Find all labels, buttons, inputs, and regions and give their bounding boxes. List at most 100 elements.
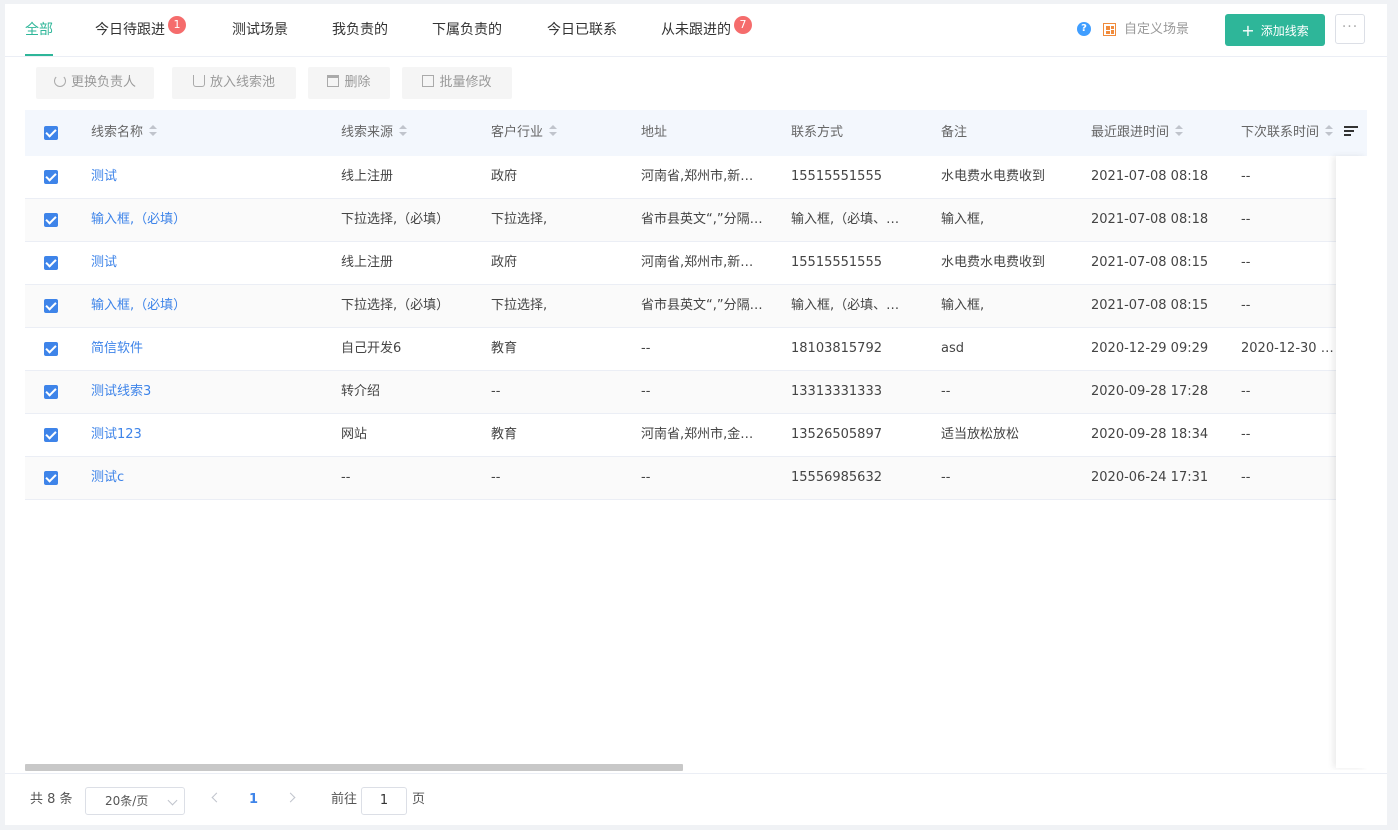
batch-edit-button[interactable]: 批量修改 bbox=[402, 67, 512, 99]
leads-panel: 全部 今日待跟进 1 测试场景 我负责的 下属负责的 今日已联系 从未跟进的 7 ?… bbox=[5, 4, 1387, 825]
row-checkbox[interactable] bbox=[44, 170, 58, 184]
table-row[interactable]: 测试123 网站 教育 河南省,郑州市,金… 13526505897 适当放松放松 2020… bbox=[25, 414, 1367, 457]
table-row[interactable]: 输入框,（必填） 下拉选择,（必填） 下拉选择, 省市县英文“,”分隔… 输入框,（必填… bbox=[25, 199, 1367, 242]
row-checkbox[interactable] bbox=[44, 213, 58, 227]
lead-name-link[interactable]: 测试c bbox=[91, 457, 321, 499]
table-cell: 线上注册 bbox=[341, 169, 394, 184]
column-settings-icon[interactable] bbox=[1344, 126, 1358, 138]
lead-name-link[interactable]: 输入框,（必填） bbox=[91, 199, 321, 241]
table-cell: 河南省,郑州市,金… bbox=[641, 427, 754, 442]
tab-test-scene[interactable]: 测试场景 bbox=[232, 4, 288, 56]
table-cell: 2020-12-30 09:3 bbox=[1241, 341, 1336, 356]
page-number[interactable]: 1 bbox=[249, 774, 258, 826]
tab-mine[interactable]: 我负责的 bbox=[332, 4, 388, 56]
goto-page-input[interactable]: 1 bbox=[361, 787, 407, 815]
tab-never-followed[interactable]: 从未跟进的 7 bbox=[661, 4, 752, 56]
table-cell: -- bbox=[491, 384, 501, 399]
table-cell: -- bbox=[1241, 384, 1251, 399]
table-cell: 2021-07-08 08:15 bbox=[1091, 255, 1209, 270]
table-cell: 下拉选择, bbox=[491, 298, 548, 313]
table-row[interactable]: 测试 线上注册 政府 河南省,郑州市,新… 15515551555 水电费水电费收到 202… bbox=[25, 242, 1367, 285]
lead-name-link[interactable]: 测试线索3 bbox=[91, 371, 321, 413]
tab-today-follow[interactable]: 今日待跟进 1 bbox=[95, 4, 186, 56]
lead-name-link[interactable]: 测试 bbox=[91, 242, 321, 284]
sort-icon[interactable] bbox=[549, 125, 558, 137]
table-cell: -- bbox=[941, 384, 951, 399]
total-count: 共 8 条 bbox=[30, 792, 73, 807]
column-header: 地址 bbox=[641, 125, 668, 140]
table-row[interactable]: 测试 线上注册 政府 河南省,郑州市,新… 15515551555 水电费水电费收到 202… bbox=[25, 156, 1367, 199]
tab-contacted-today[interactable]: 今日已联系 bbox=[547, 4, 617, 56]
row-checkbox[interactable] bbox=[44, 342, 58, 356]
column-header[interactable]: 客户行业 bbox=[491, 110, 558, 156]
table-row[interactable]: 测试线索3 转介绍 -- -- 13313331333 -- 2020-09-28 17:2… bbox=[25, 371, 1367, 414]
move-to-pool-button[interactable]: 放入线索池 bbox=[172, 67, 296, 99]
tab-all[interactable]: 全部 bbox=[25, 4, 53, 56]
table-cell: -- bbox=[1241, 298, 1251, 313]
leads-table: 线索名称 线索来源 客户行业 地址 联系方式 备注 最近跟进时间 下次联系时间 … bbox=[25, 110, 1367, 770]
custom-scene-icon bbox=[1103, 23, 1116, 36]
table-cell: 2020-09-28 18:34 bbox=[1091, 427, 1209, 442]
table-cell: 转介绍 bbox=[341, 384, 381, 399]
swap-icon bbox=[53, 75, 66, 87]
table-cell: -- bbox=[941, 470, 951, 485]
lead-name-link[interactable]: 简信软件 bbox=[91, 328, 321, 370]
column-header: 联系方式 bbox=[791, 125, 844, 140]
lead-name-link[interactable]: 输入框,（必填） bbox=[91, 285, 321, 327]
table-cell: -- bbox=[641, 341, 651, 356]
prev-page-icon[interactable] bbox=[211, 792, 222, 803]
help-icon[interactable]: ? bbox=[1077, 22, 1091, 36]
lead-name-link[interactable]: 测试 bbox=[91, 156, 321, 198]
tab-subordinates[interactable]: 下属负责的 bbox=[432, 4, 502, 56]
delete-button[interactable]: 删除 bbox=[308, 67, 390, 99]
column-header[interactable]: 线索来源 bbox=[341, 110, 408, 156]
table-cell: -- bbox=[341, 470, 351, 485]
column-header[interactable]: 最近跟进时间 bbox=[1091, 110, 1184, 156]
table-cell: -- bbox=[491, 470, 501, 485]
table-cell: 15515551555 bbox=[791, 255, 882, 270]
table-row[interactable]: 输入框,（必填） 下拉选择,（必填） 下拉选择, 省市县英文“,”分隔… 输入框,（必填… bbox=[25, 285, 1367, 328]
page-unit-label: 页 bbox=[412, 792, 426, 807]
select-all-checkbox[interactable] bbox=[44, 126, 58, 140]
table-cell: -- bbox=[1241, 255, 1251, 270]
table-cell: 线上注册 bbox=[341, 255, 394, 270]
inbox-icon bbox=[192, 75, 205, 87]
table-cell: 2021-07-08 08:18 bbox=[1091, 212, 1209, 227]
table-cell: 下拉选择,（必填） bbox=[341, 212, 450, 227]
table-cell: 教育 bbox=[491, 341, 518, 356]
table-cell: 2021-07-08 08:15 bbox=[1091, 298, 1209, 313]
plus-icon: + bbox=[1241, 21, 1255, 40]
table-cell: 下拉选择,（必填） bbox=[341, 298, 450, 313]
edit-icon bbox=[422, 75, 435, 87]
scene-tabs: 全部 今日待跟进 1 测试场景 我负责的 下属负责的 今日已联系 从未跟进的 7 ?… bbox=[5, 4, 1387, 57]
row-checkbox[interactable] bbox=[44, 471, 58, 485]
sort-icon[interactable] bbox=[149, 125, 158, 137]
table-cell: 2020-12-29 09:29 bbox=[1091, 341, 1209, 356]
more-button[interactable]: ··· bbox=[1335, 14, 1365, 44]
add-lead-button[interactable]: + 添加线索 bbox=[1225, 14, 1325, 46]
horizontal-scrollbar[interactable] bbox=[25, 764, 683, 771]
table-cell: 18103815792 bbox=[791, 341, 882, 356]
table-row[interactable]: 测试c -- -- -- 15556985632 -- 2020-06-24 17:31 -- bbox=[25, 457, 1367, 500]
column-header[interactable]: 线索名称 bbox=[91, 110, 158, 156]
column-header[interactable]: 下次联系时间 bbox=[1241, 110, 1334, 156]
lead-name-link[interactable]: 测试123 bbox=[91, 414, 321, 456]
table-cell: -- bbox=[1241, 169, 1251, 184]
custom-scene-link[interactable]: 自定义场景 bbox=[1124, 4, 1189, 56]
table-cell: 13313331333 bbox=[791, 384, 882, 399]
table-cell: -- bbox=[641, 384, 651, 399]
row-checkbox[interactable] bbox=[44, 299, 58, 313]
sort-icon[interactable] bbox=[1325, 125, 1334, 137]
sort-icon[interactable] bbox=[399, 125, 408, 137]
table-row[interactable]: 简信软件 自己开发6 教育 -- 18103815792 asd 2020-12-29 09… bbox=[25, 328, 1367, 371]
row-checkbox[interactable] bbox=[44, 256, 58, 270]
page-size-select[interactable]: 20条/页 bbox=[85, 787, 185, 815]
next-page-icon[interactable] bbox=[285, 792, 296, 803]
row-checkbox[interactable] bbox=[44, 428, 58, 442]
table-cell: 2020-06-24 17:31 bbox=[1091, 470, 1209, 485]
table-cell: 15556985632 bbox=[791, 470, 882, 485]
goto-label: 前往 bbox=[331, 792, 358, 807]
row-checkbox[interactable] bbox=[44, 385, 58, 399]
sort-icon[interactable] bbox=[1175, 125, 1184, 137]
change-owner-button[interactable]: 更换负责人 bbox=[36, 67, 154, 99]
